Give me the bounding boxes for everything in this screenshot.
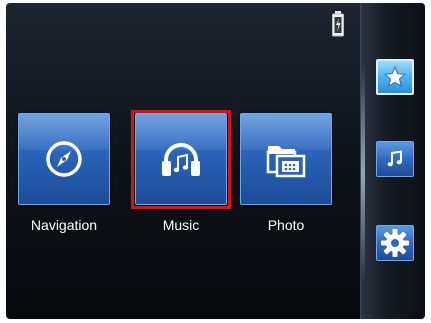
music-label: Music — [162, 217, 200, 233]
music-note-icon — [387, 150, 402, 167]
photo-label: Photo — [267, 217, 305, 233]
photo-folder-icon — [266, 146, 306, 178]
star-icon — [383, 65, 407, 88]
favorites-button[interactable] — [376, 59, 414, 95]
sidebar-divider-glow — [361, 63, 365, 283]
battery-charging-icon — [332, 11, 344, 37]
navigation-label: Navigation — [30, 217, 98, 233]
compass-icon — [46, 141, 82, 177]
right-sidebar — [360, 3, 425, 319]
settings-button[interactable] — [376, 225, 414, 261]
selection-highlight — [131, 110, 231, 209]
main-menu-area: Navigation Music Photo — [6, 3, 360, 319]
gear-icon — [381, 229, 409, 257]
device-screen: Navigation Music Photo — [6, 3, 425, 319]
navigation-tile[interactable] — [18, 113, 110, 205]
photo-tile[interactable] — [240, 113, 332, 205]
music-shortcut-button[interactable] — [376, 141, 414, 177]
